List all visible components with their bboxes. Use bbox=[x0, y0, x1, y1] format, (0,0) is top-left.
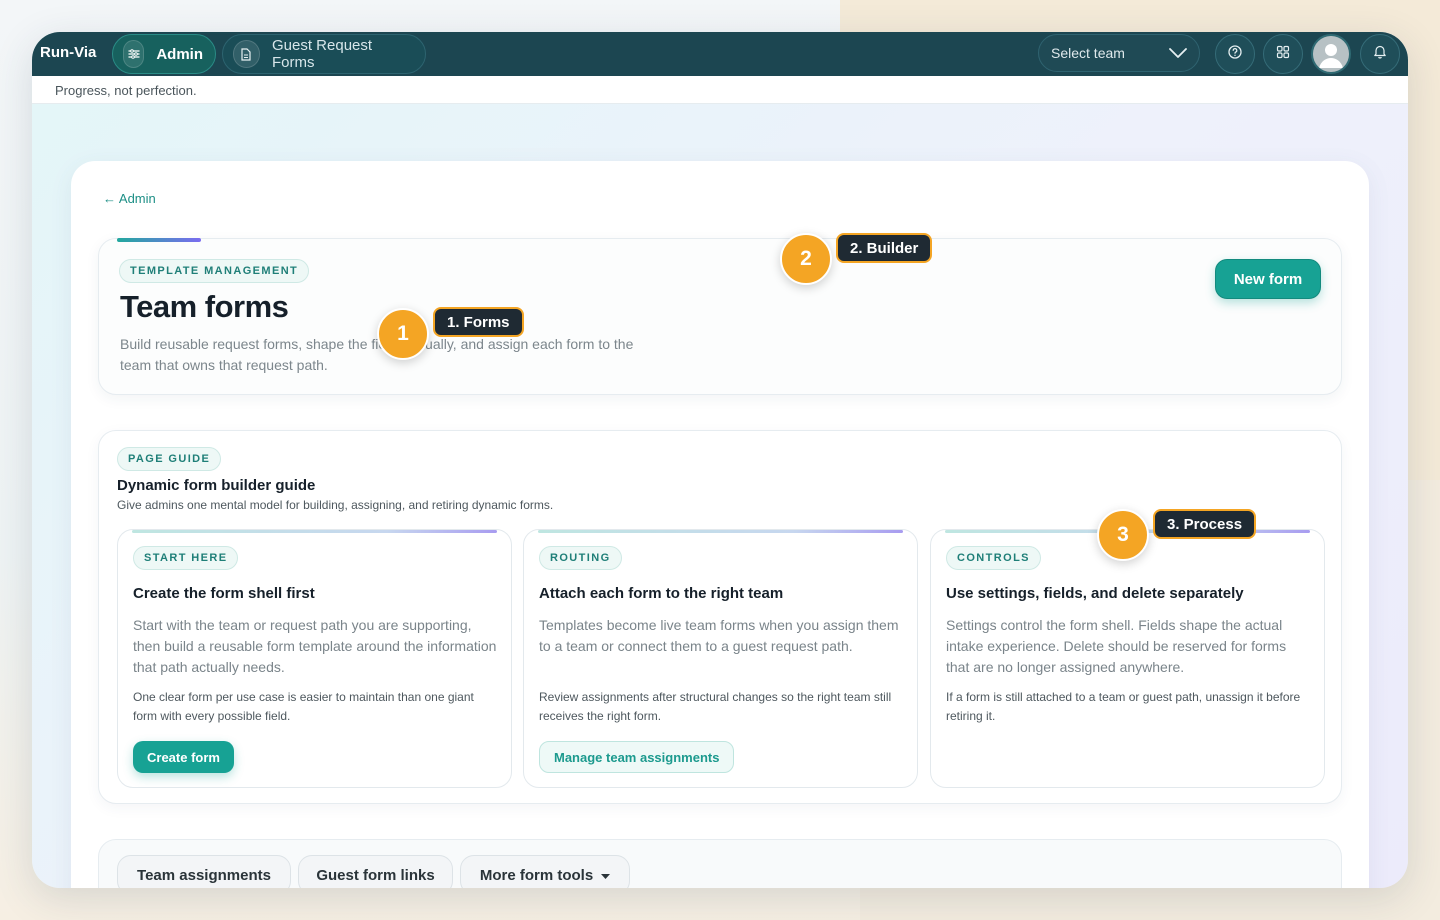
callout-label-builder: 2. Builder bbox=[836, 233, 933, 263]
team-assignments-tab[interactable]: Team assignments bbox=[117, 855, 291, 888]
card-body: Start with the team or request path you … bbox=[133, 617, 497, 675]
card-note: Review assignments after structural chan… bbox=[539, 690, 892, 723]
team-select-dropdown[interactable]: Select team bbox=[1038, 34, 1200, 72]
back-to-admin-link[interactable]: ← Admin bbox=[103, 191, 156, 206]
callout-label-forms: 1. Forms bbox=[433, 307, 524, 337]
new-form-button[interactable]: New form bbox=[1215, 259, 1321, 299]
guide-title: Dynamic form builder guide bbox=[117, 477, 316, 494]
admin-nav-button[interactable]: Admin bbox=[112, 34, 216, 74]
manage-team-assignments-button[interactable]: Manage team assignments bbox=[539, 741, 735, 773]
card-title: Create the form shell first bbox=[133, 585, 315, 602]
admin-nav-label: Admin bbox=[156, 45, 203, 63]
controls-chip: CONTROLS bbox=[946, 546, 1041, 570]
bell-icon bbox=[1373, 44, 1387, 64]
more-form-tools-dropdown[interactable]: More form tools bbox=[460, 855, 630, 888]
card-accent-bar bbox=[132, 530, 497, 533]
guide-card-controls: CONTROLS Use settings, fields, and delet… bbox=[930, 529, 1325, 788]
start-here-chip: START HERE bbox=[133, 546, 239, 570]
guest-request-forms-label: Guest Request Forms bbox=[271, 37, 373, 71]
card-note: If a form is still attached to a team or… bbox=[946, 690, 1301, 723]
hero-panel: TEMPLATE MANAGEMENT Team forms Build reu… bbox=[98, 238, 1342, 395]
grid-icon bbox=[1276, 45, 1290, 64]
guest-form-links-label: Guest form links bbox=[316, 866, 435, 884]
guide-subtitle: Give admins one mental model for buildin… bbox=[117, 498, 554, 512]
chevron-down-icon bbox=[1169, 45, 1187, 61]
create-form-button[interactable]: Create form bbox=[133, 741, 234, 773]
callout-marker-1: 1 bbox=[377, 308, 429, 360]
card-body: Templates become live team forms when yo… bbox=[539, 617, 899, 654]
page-guide-panel: PAGE GUIDE Dynamic form builder guide Gi… bbox=[98, 430, 1342, 804]
app-window: Run-Via Admin Guest Request Forms Select… bbox=[32, 32, 1408, 888]
guide-card-routing: ROUTING Attach each form to the right te… bbox=[523, 529, 918, 788]
card-body: Settings control the form shell. Fields … bbox=[946, 617, 1287, 675]
guest-form-links-tab[interactable]: Guest form links bbox=[298, 855, 453, 888]
template-management-chip: TEMPLATE MANAGEMENT bbox=[119, 259, 310, 283]
question-icon bbox=[1228, 44, 1242, 64]
document-icon bbox=[233, 40, 260, 68]
notifications-button[interactable] bbox=[1360, 34, 1400, 74]
callout-marker-3: 3 bbox=[1097, 509, 1149, 561]
team-select-value: Select team bbox=[1051, 45, 1125, 61]
apps-button[interactable] bbox=[1263, 34, 1303, 74]
hero-accent-bar bbox=[117, 238, 201, 242]
routing-chip: ROUTING bbox=[539, 546, 622, 570]
callout-label-process: 3. Process bbox=[1153, 509, 1257, 539]
brand-name: Run-Via bbox=[40, 44, 97, 61]
tagline-bar: Progress, not perfection. bbox=[32, 76, 1408, 104]
user-avatar[interactable] bbox=[1311, 34, 1351, 74]
tagline: Progress, not perfection. bbox=[55, 83, 197, 98]
card-title: Use settings, fields, and delete separat… bbox=[946, 585, 1244, 602]
top-bar: Run-Via Admin Guest Request Forms Select… bbox=[32, 32, 1408, 76]
card-accent-bar bbox=[538, 530, 903, 533]
form-tools-panel: Team assignments Guest form links More f… bbox=[98, 839, 1342, 888]
guest-request-forms-nav[interactable]: Guest Request Forms bbox=[222, 34, 426, 74]
callout-marker-2: 2 bbox=[780, 233, 832, 285]
card-note: One clear form per use case is easier to… bbox=[133, 690, 474, 723]
guide-card-start-here: START HERE Create the form shell first S… bbox=[117, 529, 512, 788]
caret-down-icon bbox=[601, 867, 611, 884]
page-title: Team forms bbox=[120, 289, 289, 324]
card-title: Attach each form to the right team bbox=[539, 585, 784, 602]
help-button[interactable] bbox=[1215, 34, 1255, 74]
more-form-tools-label: More form tools bbox=[479, 866, 594, 884]
sliders-icon bbox=[123, 40, 145, 68]
avatar-silhouette-icon bbox=[1313, 36, 1349, 72]
page-guide-chip: PAGE GUIDE bbox=[117, 447, 222, 471]
team-assignments-label: Team assignments bbox=[137, 866, 271, 884]
